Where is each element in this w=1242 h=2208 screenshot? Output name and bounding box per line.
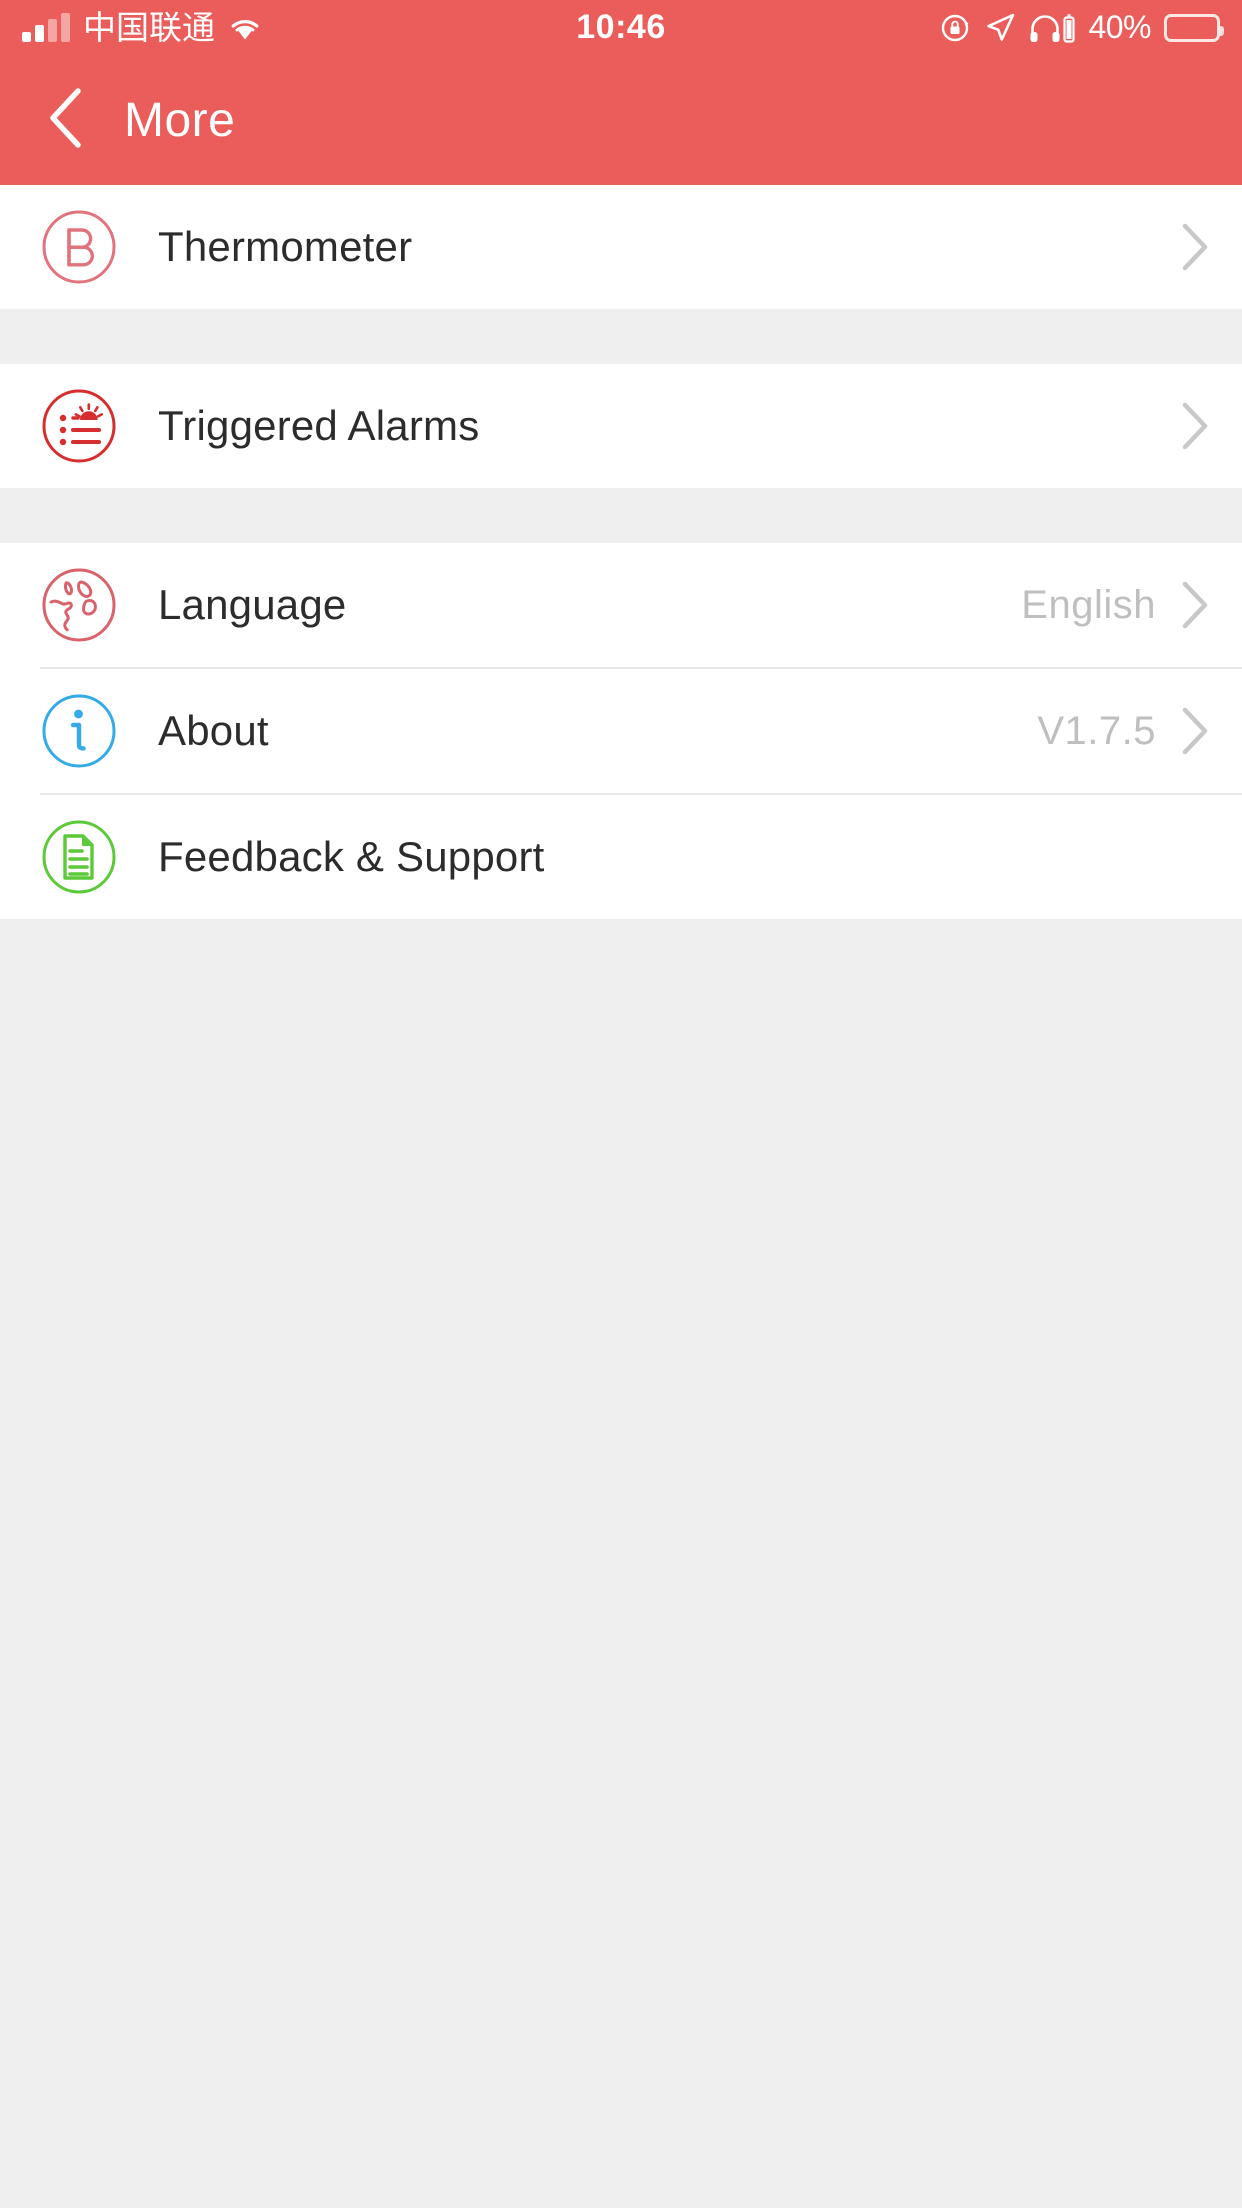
info-icon: [40, 692, 118, 770]
settings-section-1: Thermometer: [0, 185, 1242, 309]
chevron-right-icon: [1178, 706, 1212, 756]
globe-icon: [40, 566, 118, 644]
battery-percentage: 40%: [1088, 9, 1151, 45]
list-item-label: Triggered Alarms: [158, 402, 480, 449]
list-item-label: Feedback & Support: [158, 833, 545, 880]
more-settings-page: 中国联通 10:46 40% More Thermometer Triggere…: [0, 0, 1242, 2208]
settings-section-3: Language English About V1.7.5 Feedback &…: [0, 543, 1242, 919]
back-button[interactable]: [34, 87, 100, 153]
list-item-label: Language: [158, 581, 347, 628]
chevron-right-icon: [1178, 401, 1212, 451]
list-item-triggered-alarms[interactable]: Triggered Alarms: [0, 364, 1242, 488]
section-gap-1: [0, 309, 1242, 364]
settings-section-2: Triggered Alarms: [0, 364, 1242, 488]
headphones-icon: [1029, 12, 1076, 43]
signal-bars-icon: [22, 12, 70, 42]
list-item-about[interactable]: About V1.7.5: [0, 669, 1242, 793]
list-item-language[interactable]: Language English: [0, 543, 1242, 667]
list-item-label: About: [158, 707, 269, 754]
status-bar: 中国联通 10:46 40%: [0, 0, 1242, 55]
status-bar-right: 40%: [940, 9, 1224, 46]
list-item-value: English: [1021, 582, 1156, 627]
status-bar-left: 中国联通: [22, 11, 262, 44]
list-item-feedback-support[interactable]: Feedback & Support: [0, 795, 1242, 919]
navigation-bar: More: [0, 55, 1242, 185]
alarm-list-icon: [40, 387, 118, 465]
section-gap-2: [0, 488, 1242, 543]
chevron-right-icon: [1178, 222, 1212, 272]
rotation-lock-icon: [940, 12, 972, 44]
wifi-icon: [228, 15, 262, 41]
carrier-name: 中国联通: [83, 8, 215, 47]
location-arrow-icon: [985, 12, 1016, 43]
chevron-left-icon: [45, 87, 89, 154]
battery-icon: [1164, 13, 1224, 42]
page-title: More: [124, 93, 236, 147]
document-icon: [40, 818, 118, 896]
thermometer-b-icon: [40, 208, 118, 286]
chevron-right-icon: [1178, 580, 1212, 630]
list-item-label: Thermometer: [158, 223, 413, 270]
list-item-value: V1.7.5: [1037, 708, 1156, 753]
page-background-filler: [0, 919, 1242, 2208]
list-item-thermometer[interactable]: Thermometer: [0, 185, 1242, 309]
